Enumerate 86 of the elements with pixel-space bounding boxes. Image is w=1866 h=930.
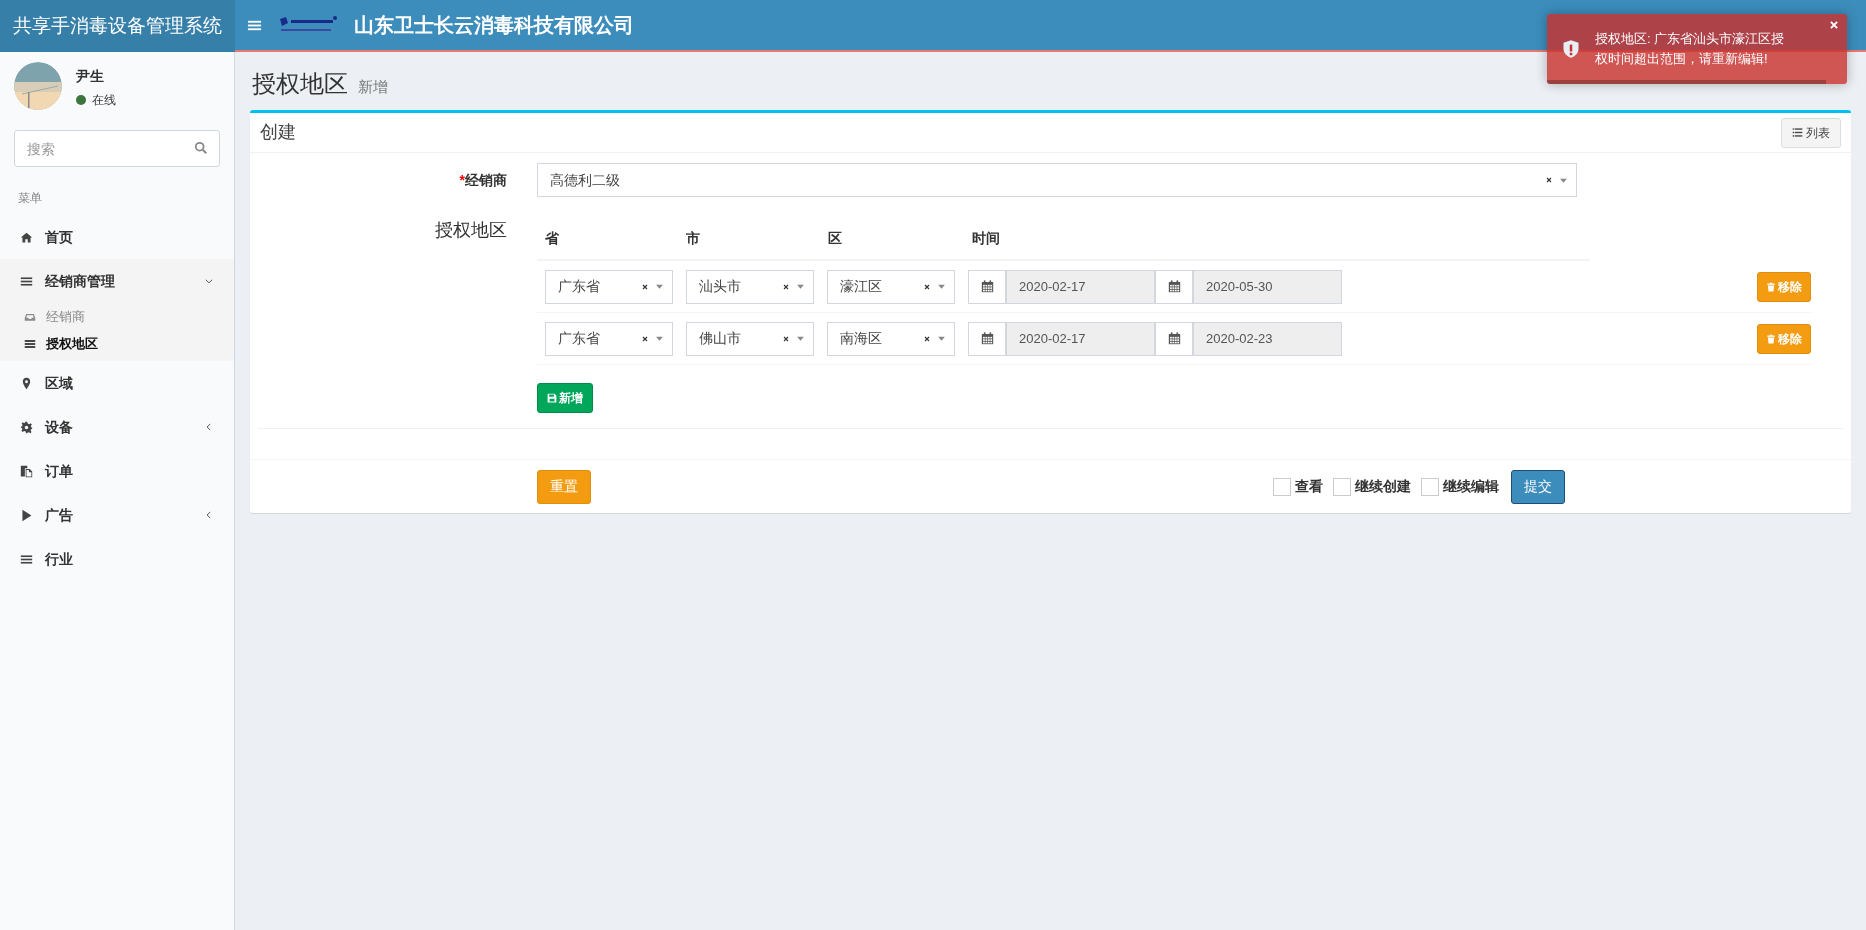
- calendar-addon[interactable]: [968, 321, 1006, 356]
- map-pin-icon: [20, 376, 33, 390]
- close-icon: [1829, 20, 1839, 30]
- menu-item[interactable]: 区域: [0, 361, 234, 405]
- calendar-icon: [980, 280, 994, 293]
- caret-icon: [937, 334, 946, 343]
- caret-icon: [796, 334, 805, 343]
- dealer-label: *经销商: [458, 170, 508, 190]
- clear-icon: [923, 334, 931, 343]
- checkbox[interactable]: [1421, 477, 1439, 496]
- menu-item[interactable]: 设备: [0, 405, 234, 449]
- clear-icon: [641, 282, 649, 291]
- chevron-left-icon: [204, 422, 214, 432]
- documents-icon: [20, 464, 33, 478]
- play-icon: [20, 508, 33, 522]
- menu-header: 菜单: [17, 190, 43, 207]
- column-header: 市: [686, 228, 701, 248]
- clear-icon: [1545, 176, 1553, 184]
- search-icon: [194, 141, 208, 155]
- menu-item[interactable]: 经销商管理: [0, 259, 234, 303]
- clear-icon: [782, 282, 790, 291]
- trash-icon: [1766, 281, 1776, 292]
- list-button[interactable]: 列表: [1781, 117, 1841, 148]
- district-select[interactable]: 濠江区: [827, 269, 955, 304]
- section-label: 授权地区: [434, 219, 508, 242]
- option-checkbox[interactable]: 查看: [1273, 476, 1323, 497]
- submenu-item[interactable]: 授权地区: [0, 330, 234, 357]
- clear-icon: [641, 334, 649, 343]
- caret-icon: [655, 282, 664, 291]
- chevron-down-icon: [204, 276, 214, 286]
- date-field[interactable]: 2020-02-23: [1193, 321, 1342, 356]
- district-select[interactable]: 南海区: [827, 321, 955, 356]
- card-title: 创建: [260, 121, 296, 144]
- city-select[interactable]: 佛山市: [686, 321, 814, 356]
- menu-item[interactable]: 首页: [0, 215, 234, 259]
- date-field[interactable]: 2020-05-30: [1193, 269, 1342, 304]
- menu-item[interactable]: 订单: [0, 449, 234, 493]
- clear-icon: [782, 334, 790, 343]
- status-text: 在线: [92, 92, 116, 109]
- trash-icon: [1766, 333, 1776, 344]
- checkbox[interactable]: [1273, 477, 1291, 496]
- list-icon: [1792, 127, 1803, 138]
- checkbox-label: 继续编辑: [1443, 477, 1499, 496]
- city-select[interactable]: 汕头市: [686, 269, 814, 304]
- list-icon: [20, 274, 33, 288]
- search-field[interactable]: 搜索: [14, 130, 220, 167]
- column-header: 区: [828, 228, 843, 248]
- column-header: 时间: [972, 228, 1001, 248]
- close-button[interactable]: [1829, 20, 1839, 30]
- caret-icon: [655, 334, 664, 343]
- calendar-addon[interactable]: [1155, 269, 1193, 304]
- calendar-addon[interactable]: [1155, 321, 1193, 356]
- checkbox[interactable]: [1333, 477, 1351, 496]
- user-name: 尹生: [76, 67, 105, 86]
- caret-icon: [937, 282, 946, 291]
- menu-item[interactable]: 行业: [0, 537, 234, 581]
- app-title[interactable]: 共享手消毒设备管理系统: [0, 0, 235, 52]
- warning-shield-icon: [1561, 38, 1581, 60]
- home-icon: [20, 230, 33, 244]
- page-subtitle: 新增: [358, 77, 388, 97]
- clear-icon: [923, 282, 931, 291]
- page-title: 授权地区: [252, 69, 348, 99]
- save-icon: [547, 393, 557, 403]
- option-checkbox[interactable]: 继续编辑: [1421, 476, 1499, 497]
- calendar-icon: [980, 332, 994, 345]
- calendar-icon: [1167, 280, 1181, 293]
- chevron-left-icon: [204, 510, 214, 520]
- submit-button[interactable]: 提交: [1511, 469, 1565, 504]
- province-select[interactable]: 广东省: [545, 269, 673, 304]
- company-name: 山东卫士长云消毒科技有限公司: [354, 13, 634, 38]
- option-checkbox[interactable]: 继续创建: [1333, 476, 1411, 497]
- date-field[interactable]: 2020-02-17: [1006, 269, 1155, 304]
- settings-icon: [20, 420, 33, 434]
- date-field[interactable]: 2020-02-17: [1006, 321, 1155, 356]
- calendar-icon: [1167, 332, 1181, 345]
- caret-icon: [796, 282, 805, 291]
- province-select[interactable]: 广东省: [545, 321, 673, 356]
- toast-message: 授权地区: 广东省汕头市濠江区授权时间超出范围，请重新编辑!: [1595, 30, 1786, 68]
- checkbox-label: 继续创建: [1355, 477, 1411, 496]
- list-icon: [20, 552, 33, 566]
- checkbox-label: 查看: [1295, 477, 1323, 496]
- calendar-addon[interactable]: [968, 269, 1006, 304]
- menu-item[interactable]: 广告: [0, 493, 234, 537]
- column-header: 省: [545, 228, 560, 248]
- dealer-select[interactable]: 高德利二级: [537, 163, 1577, 197]
- list-icon: [24, 337, 36, 350]
